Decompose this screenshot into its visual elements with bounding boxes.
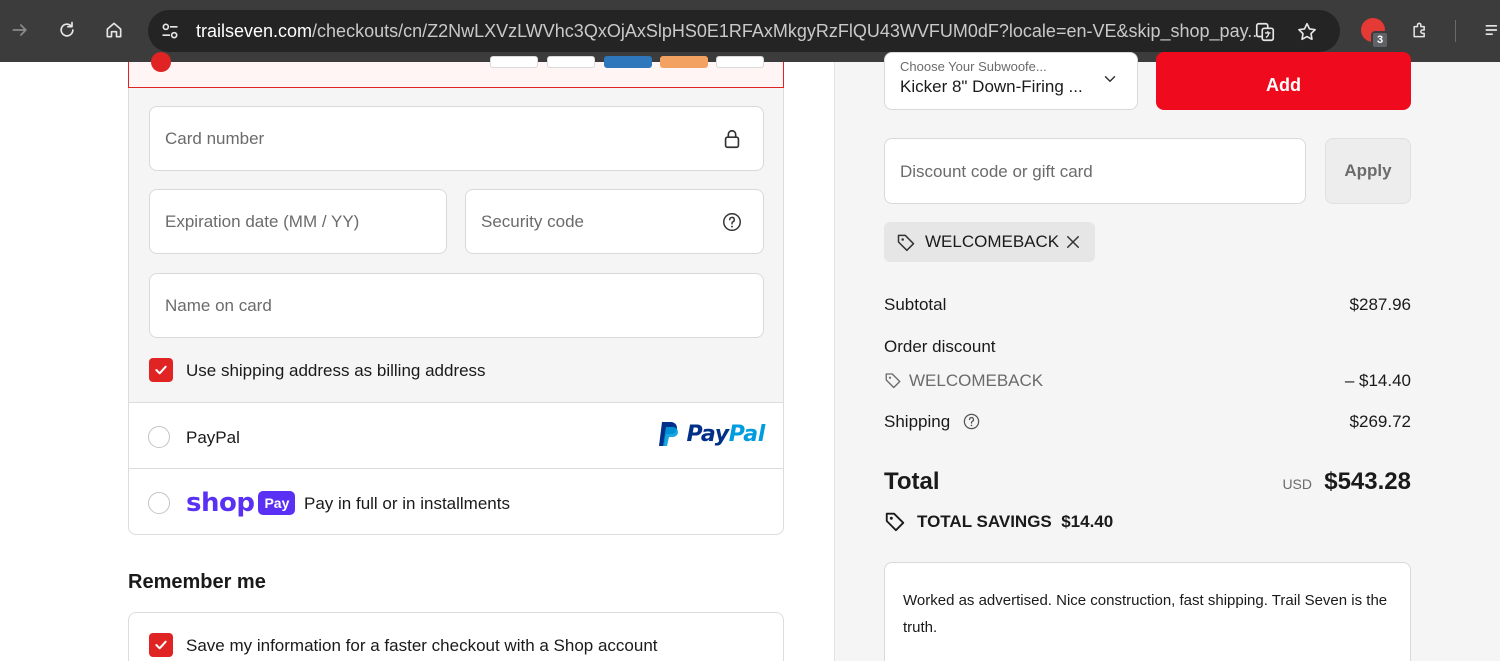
card-number-field[interactable]: Card number xyxy=(149,106,764,171)
card-brand-logo xyxy=(604,56,652,68)
help-icon[interactable] xyxy=(962,412,981,431)
extensions-button[interactable] xyxy=(1402,12,1438,48)
close-icon[interactable] xyxy=(1064,233,1082,251)
reading-list-icon xyxy=(1485,25,1498,36)
shop-pay-radio[interactable] xyxy=(148,492,170,514)
total-savings: TOTAL SAVINGS $14.40 xyxy=(917,512,1114,531)
discount-code-name: WELCOMEBACK xyxy=(909,371,1044,390)
discount-value: – $14.40 xyxy=(1344,371,1411,390)
address-bar[interactable]: trailseven.com/checkouts/cn/Z2NwLXVzLWVh… xyxy=(148,10,1340,52)
reload-icon xyxy=(60,21,74,37)
total-label: Total xyxy=(884,468,940,495)
card-brand-logo xyxy=(490,56,538,68)
extension-badge-count: 3 xyxy=(1371,31,1389,49)
help-icon[interactable] xyxy=(721,211,743,233)
home-button[interactable] xyxy=(96,12,132,48)
paypal-option[interactable]: PayPal PayPal xyxy=(128,402,784,469)
apply-button[interactable]: Apply xyxy=(1325,138,1411,204)
review-author xyxy=(903,651,963,661)
toolbar-separator xyxy=(1455,20,1456,42)
total-value: $543.28 xyxy=(1324,468,1411,495)
card-brand-logo xyxy=(716,56,764,68)
order-discount-label: Order discount xyxy=(884,337,996,356)
forward-icon xyxy=(12,24,27,36)
paypal-logo: PayPal xyxy=(656,420,765,448)
subtotal-label: Subtotal xyxy=(884,295,947,314)
tag-icon xyxy=(897,234,915,252)
paypal-radio[interactable] xyxy=(148,426,170,448)
security-code-field[interactable]: Security code xyxy=(465,189,764,254)
translate-icon[interactable] xyxy=(1254,21,1276,43)
billing-address-label: Use shipping address as billing address xyxy=(186,361,486,380)
puzzle-icon xyxy=(1413,22,1425,38)
name-on-card-field[interactable]: Name on card xyxy=(149,273,764,338)
tag-icon xyxy=(885,373,901,389)
card-details-panel: Card number Expiration date (MM / YY) Se… xyxy=(128,88,784,403)
add-button[interactable]: Add xyxy=(1156,52,1411,110)
paypal-label: PayPal xyxy=(186,428,240,447)
shop-pay-logo: shop Pay xyxy=(186,488,296,518)
shop-pay-label: Pay in full or in installments xyxy=(304,494,510,513)
savings-tag-icon xyxy=(885,512,905,532)
lock-icon xyxy=(724,129,740,149)
billing-address-checkbox[interactable] xyxy=(149,358,173,382)
shop-pay-option[interactable]: shop Pay Pay in full or in installments xyxy=(128,468,784,535)
save-info-panel: Save my information for a faster checkou… xyxy=(128,612,784,661)
credit-card-option-header[interactable] xyxy=(128,52,784,88)
url-text: trailseven.com/checkouts/cn/Z2NwLXVzLWVh… xyxy=(196,21,1256,41)
credit-card-radio[interactable] xyxy=(151,52,171,72)
save-info-checkbox[interactable] xyxy=(149,633,173,657)
star-icon[interactable] xyxy=(1296,21,1318,43)
checkmark-icon xyxy=(155,640,167,650)
forward-button[interactable] xyxy=(2,12,38,48)
reading-list-button[interactable] xyxy=(1475,12,1500,48)
home-icon xyxy=(106,22,122,38)
checkmark-icon xyxy=(155,365,167,375)
review-text: Worked as advertised. Nice construction,… xyxy=(903,592,1388,636)
reload-button[interactable] xyxy=(49,12,85,48)
card-brand-logo xyxy=(547,56,595,68)
discount-code-input[interactable]: Discount code or gift card xyxy=(884,138,1306,204)
applied-discount-chip: WELCOMEBACK xyxy=(884,222,1095,262)
card-brand-logo xyxy=(660,56,708,68)
total-currency: USD xyxy=(1282,476,1312,492)
chevron-down-icon xyxy=(1104,76,1116,82)
paypal-p-icon xyxy=(659,422,679,446)
subtotal-value: $287.96 xyxy=(1349,295,1411,314)
customer-review-card: Worked as advertised. Nice construction,… xyxy=(884,562,1411,661)
remember-me-heading: Remember me xyxy=(128,571,266,593)
site-info-icon[interactable] xyxy=(160,21,180,41)
shipping-label: Shipping xyxy=(884,412,951,431)
shipping-value: $269.72 xyxy=(1349,412,1411,431)
subwoofer-select[interactable]: Choose Your Subwoofe... Kicker 8" Down-F… xyxy=(884,52,1138,110)
save-info-label: Save my information for a faster checkou… xyxy=(186,636,658,655)
expiration-date-field[interactable]: Expiration date (MM / YY) xyxy=(149,189,447,254)
